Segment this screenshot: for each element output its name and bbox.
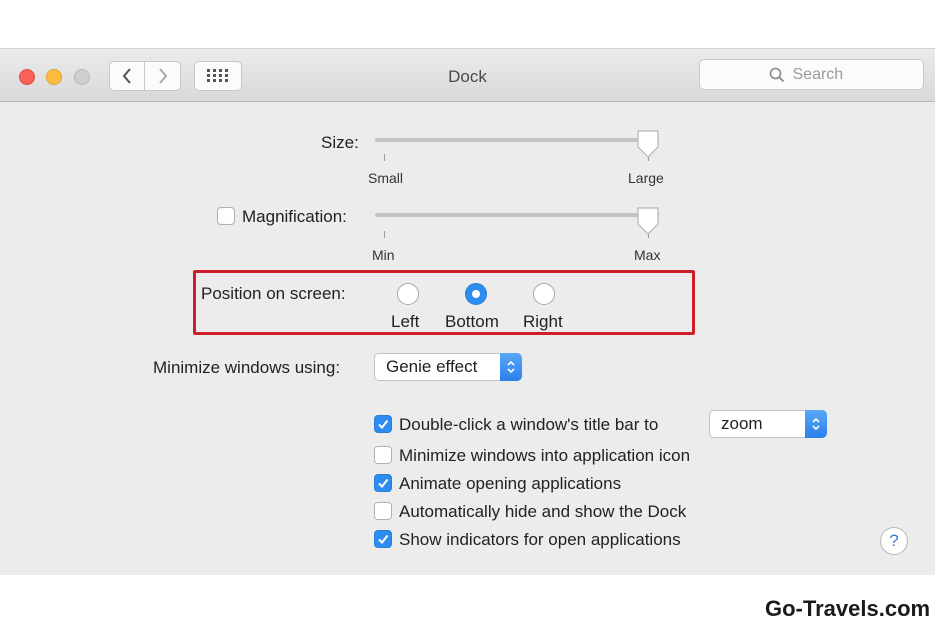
magnification-slider-thumb[interactable]	[636, 206, 660, 236]
minimize-label: Minimize windows using:	[153, 358, 341, 377]
size-slider-track[interactable]	[375, 138, 659, 142]
size-label: Size:	[321, 133, 359, 152]
minimize-into-icon-checkbox[interactable]	[374, 446, 392, 464]
magnification-slider-track[interactable]	[375, 213, 659, 217]
animate-opening-label: Animate opening applications	[399, 474, 622, 493]
checkmark-icon	[378, 419, 389, 430]
minimize-effect-popup[interactable]: Genie effect	[374, 352, 522, 381]
autohide-dock-checkbox[interactable]	[374, 502, 392, 520]
magnification-max-label: Max	[634, 247, 661, 263]
minimize-effect-value: Genie effect	[386, 357, 478, 376]
double-click-label: Double-click a window's title bar to	[399, 415, 659, 434]
position-label: Position on screen:	[201, 284, 346, 303]
checkmark-icon	[378, 478, 389, 489]
magnification-checkbox[interactable]	[217, 207, 235, 225]
autohide-dock-label: Automatically hide and show the Dock	[399, 502, 687, 521]
size-min-label: Small	[368, 170, 404, 186]
position-option-bottom-label: Bottom	[445, 312, 499, 331]
position-radio-right[interactable]	[533, 283, 555, 305]
magnification-label: Magnification:	[242, 207, 347, 226]
search-icon	[769, 67, 784, 82]
size-tick-min	[384, 154, 385, 161]
animate-opening-checkbox[interactable]	[374, 474, 392, 492]
updown-arrows-icon	[500, 352, 522, 381]
double-click-action-popup[interactable]: zoom	[709, 409, 827, 438]
show-indicators-label: Show indicators for open applications	[399, 530, 681, 549]
position-option-right-label: Right	[523, 312, 563, 331]
show-indicators-checkbox[interactable]	[374, 530, 392, 548]
double-click-action-value: zoom	[721, 414, 763, 433]
updown-arrows-icon	[805, 409, 827, 438]
size-slider-thumb[interactable]	[636, 129, 660, 159]
position-option-left-label: Left	[391, 312, 420, 331]
position-radio-left[interactable]	[397, 283, 419, 305]
search-field[interactable]	[699, 59, 924, 90]
magnification-min-label: Min	[372, 247, 395, 263]
title-bar: Dock	[0, 49, 935, 102]
magnification-tick-min	[384, 231, 385, 238]
size-max-label: Large	[628, 170, 664, 186]
position-radio-bottom[interactable]	[465, 283, 487, 305]
help-button[interactable]: ?	[880, 527, 908, 555]
checkmark-icon	[378, 534, 389, 545]
watermark: Go-Travels.com	[765, 596, 931, 621]
double-click-checkbox[interactable]	[374, 415, 392, 433]
search-input[interactable]	[792, 65, 855, 84]
minimize-into-icon-label: Minimize windows into application icon	[399, 446, 691, 465]
